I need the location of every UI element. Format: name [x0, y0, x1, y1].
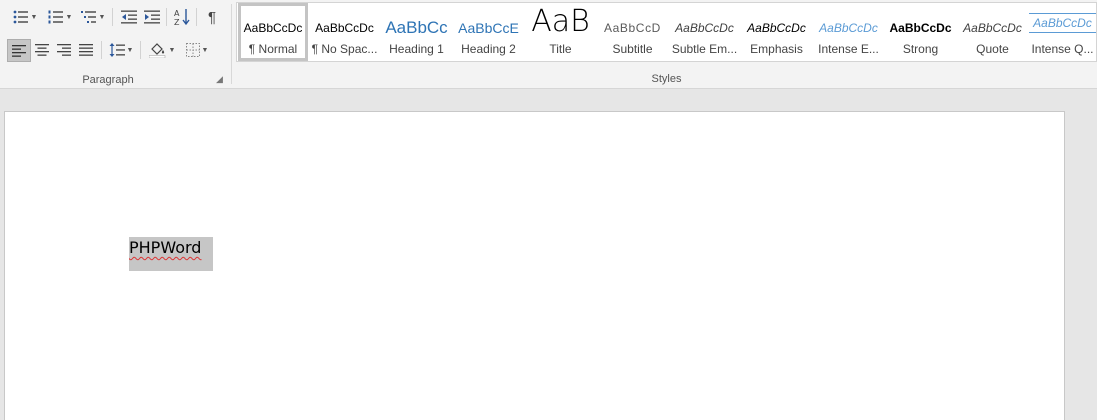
style-preview: AaBbCcDc: [963, 21, 1022, 35]
style-name: Strong: [902, 42, 939, 56]
chevron-down-icon: ▼: [65, 13, 73, 21]
increase-indent-icon: [144, 10, 160, 24]
borders-button[interactable]: ▼: [181, 39, 213, 61]
style-name: Heading 1: [389, 42, 444, 56]
toolbar-separator: [101, 41, 102, 59]
pilcrow-icon: ¶: [207, 8, 217, 26]
document-area: PHPWord: [0, 90, 1097, 420]
styles-gallery: AaBbCcDc ¶ Normal AaBbCcDc ¶ No Spac... …: [236, 2, 1097, 62]
style-preview: AaBbCcDc: [243, 21, 303, 35]
style-emphasis[interactable]: AaBbCcDc Emphasis: [741, 3, 812, 61]
toolbar-separator: [140, 41, 141, 59]
style-title[interactable]: AaB Title: [525, 3, 596, 61]
style-preview: AaBbCcDc: [1029, 13, 1096, 33]
line-spacing-icon: [109, 43, 125, 57]
decrease-indent-button[interactable]: [118, 6, 140, 28]
chevron-down-icon: ▼: [30, 13, 38, 21]
align-center-icon: [35, 44, 49, 56]
paragraph-dialog-launcher-icon[interactable]: ◢: [216, 75, 225, 84]
multilevel-list-icon: [80, 11, 96, 23]
svg-text:A: A: [174, 9, 180, 18]
justify-button[interactable]: [75, 39, 97, 61]
style-name: Subtle Em...: [671, 42, 738, 56]
style-subtle-emphasis[interactable]: AaBbCcDc Subtle Em...: [669, 3, 740, 61]
shading-button[interactable]: ▼: [146, 39, 178, 61]
style-preview: AaBbCcDc: [747, 21, 806, 35]
styles-group-label: Styles: [651, 73, 682, 85]
paragraph-group: ▼ ▼ ▼ A Z ¶ ▼ ▼ ▼ Paragraph ◢: [0, 0, 230, 89]
svg-text:Z: Z: [174, 18, 180, 26]
style-preview: AaBbCcDc: [675, 21, 734, 35]
line-spacing-button[interactable]: ▼: [106, 39, 136, 61]
align-right-button[interactable]: [53, 39, 75, 61]
chevron-down-icon: ▼: [168, 46, 176, 54]
paragraph-group-label: Paragraph: [82, 74, 134, 86]
style-name: Emphasis: [750, 42, 803, 56]
numbering-button[interactable]: ▼: [44, 6, 76, 28]
style-no-spacing[interactable]: AaBbCcDc ¶ No Spac...: [309, 3, 380, 61]
style-name: ¶ Normal: [248, 42, 298, 56]
style-strong[interactable]: AaBbCcDc Strong: [885, 3, 956, 61]
sort-button[interactable]: A Z: [171, 6, 193, 28]
style-heading-2[interactable]: AaBbCcE Heading 2: [453, 3, 524, 61]
style-intense-emphasis[interactable]: AaBbCcDc Intense E...: [813, 3, 884, 61]
style-preview: AaB: [531, 5, 590, 39]
align-left-icon: [12, 44, 26, 57]
paint-bucket-icon: [148, 43, 165, 58]
decrease-indent-icon: [121, 10, 137, 24]
style-normal[interactable]: AaBbCcDc ¶ Normal: [238, 3, 308, 61]
style-name: Intense E...: [818, 42, 879, 56]
align-right-icon: [57, 44, 71, 56]
chevron-down-icon: ▼: [126, 46, 134, 54]
numbering-icon: [48, 10, 63, 24]
group-divider: [231, 4, 232, 84]
style-preview: AaBbCcD: [604, 21, 661, 35]
multilevel-list-button[interactable]: ▼: [78, 6, 108, 28]
style-name: Quote: [976, 42, 1009, 56]
style-preview: AaBbCc: [385, 18, 448, 37]
style-heading-1[interactable]: AaBbCc Heading 1: [381, 3, 452, 61]
style-preview: AaBbCcDc: [315, 21, 374, 35]
document-text: PHPWord: [129, 238, 202, 257]
align-center-button[interactable]: [31, 39, 53, 61]
show-formatting-marks-button[interactable]: ¶: [201, 6, 223, 28]
toolbar-separator: [112, 8, 113, 26]
style-preview: AaBbCcDc: [819, 21, 878, 35]
ribbon: ▼ ▼ ▼ A Z ¶ ▼ ▼ ▼ Paragraph ◢ AaBbCcDc ¶…: [0, 0, 1097, 89]
chevron-down-icon: ▼: [98, 13, 106, 21]
sort-az-icon: A Z: [174, 9, 190, 26]
align-left-button[interactable]: [7, 39, 31, 62]
style-quote[interactable]: AaBbCcDc Quote: [957, 3, 1028, 61]
document-page[interactable]: PHPWord: [4, 111, 1065, 420]
bullets-button[interactable]: ▼: [8, 6, 42, 28]
justify-icon: [79, 44, 93, 56]
style-name: Heading 2: [461, 42, 516, 56]
bullets-icon: [13, 10, 28, 24]
style-name: Subtitle: [612, 42, 653, 56]
style-preview: AaBbCcDc: [889, 21, 952, 35]
toolbar-separator: [166, 8, 167, 26]
selected-text[interactable]: PHPWord: [129, 237, 214, 271]
style-name: Title: [549, 42, 572, 56]
style-subtitle[interactable]: AaBbCcD Subtitle: [597, 3, 668, 61]
increase-indent-button[interactable]: [141, 6, 163, 28]
style-preview: AaBbCcE: [458, 20, 519, 36]
style-name: ¶ No Spac...: [311, 42, 378, 56]
style-intense-quote[interactable]: AaBbCcDc Intense Q...: [1029, 3, 1096, 61]
borders-icon: [185, 43, 200, 57]
style-name: Intense Q...: [1031, 42, 1094, 56]
toolbar-separator: [196, 8, 197, 26]
chevron-down-icon: ▼: [201, 46, 209, 54]
